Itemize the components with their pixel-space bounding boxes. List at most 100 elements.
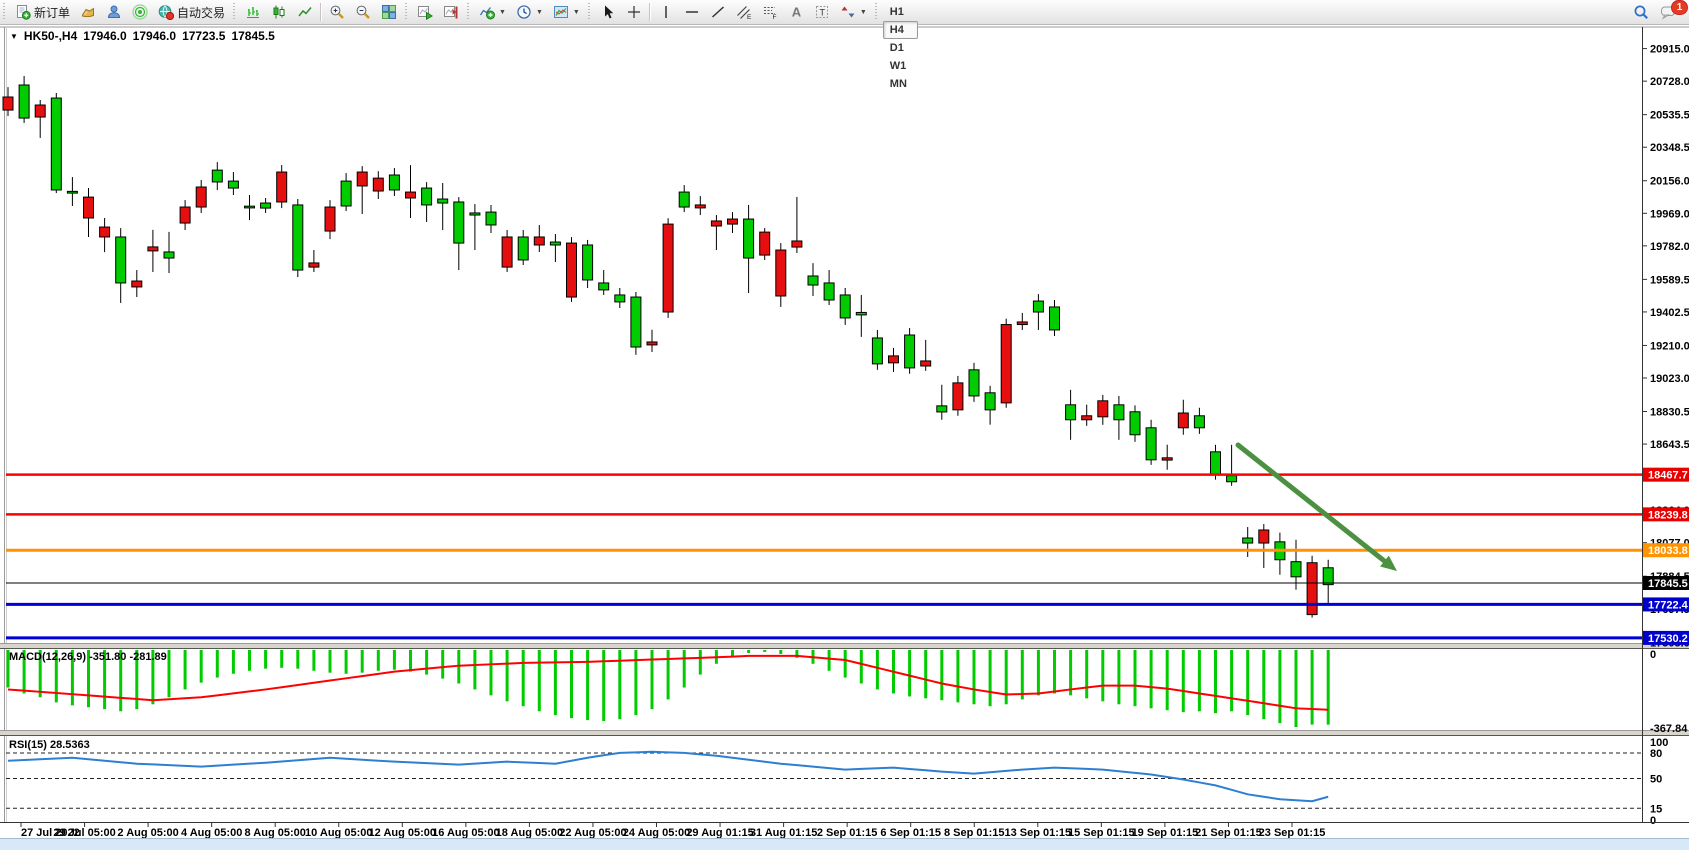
candle: [454, 202, 464, 243]
svg-text:T: T: [819, 8, 825, 18]
candles: [3, 76, 1333, 618]
candle: [357, 172, 367, 186]
toolbar-grip[interactable]: [404, 3, 409, 21]
price-tick: 19402.5: [1650, 307, 1689, 319]
candle: [1178, 413, 1188, 428]
candle: [212, 170, 222, 182]
candle: [550, 242, 560, 245]
zoom-in-button[interactable]: [325, 3, 349, 21]
candle: [325, 207, 335, 231]
auto-scroll-button[interactable]: [413, 3, 437, 21]
rsi-axis-80: 80: [1650, 748, 1662, 760]
price-tick: 20348.5: [1650, 142, 1689, 154]
auto-trading-icon: [158, 4, 174, 20]
arrows-button[interactable]: ▼: [836, 3, 871, 21]
candle: [776, 250, 786, 296]
timeframe-H1[interactable]: H1: [883, 3, 918, 21]
chart-shift-icon: [443, 4, 459, 20]
channel-button[interactable]: E: [732, 3, 756, 21]
candle: [422, 188, 432, 205]
indicators-button[interactable]: ▼: [475, 3, 510, 21]
price-tick: 19210.0: [1650, 340, 1689, 352]
time-axis[interactable]: 27 Jul 202229 Jul 05:002 Aug 05:004 Aug …: [21, 822, 1325, 839]
toolbar-grip[interactable]: [874, 3, 879, 21]
crosshair-button[interactable]: [622, 3, 646, 21]
timeframe-MN[interactable]: MN: [883, 75, 918, 93]
candle: [889, 356, 899, 363]
candle: [228, 181, 238, 188]
price-tick: 19969.0: [1650, 208, 1689, 220]
vertical-line-button[interactable]: [654, 3, 678, 21]
macd-pane[interactable]: [8, 650, 1328, 727]
timeframe-D1[interactable]: D1: [883, 39, 918, 57]
toolbar-grip[interactable]: [587, 3, 592, 21]
mt4-window: 新订单 自动交易: [0, 0, 1689, 850]
toolbar-grip[interactable]: [2, 3, 7, 21]
text-label-button[interactable]: T: [810, 3, 834, 21]
down-arrow-annotation[interactable]: [1238, 445, 1397, 571]
candle: [1307, 563, 1317, 615]
gold-button[interactable]: [76, 3, 100, 21]
candle: [905, 335, 915, 368]
candle: [872, 338, 882, 364]
trendline-button[interactable]: [706, 3, 730, 21]
timeframe-H4[interactable]: H4: [883, 21, 918, 39]
candle: [1162, 458, 1172, 460]
price-tick: 18643.5: [1650, 439, 1689, 451]
auto-trading-label: 自动交易: [177, 4, 225, 21]
candle: [373, 178, 383, 191]
horizontal-line-button[interactable]: [680, 3, 704, 21]
new-order-button[interactable]: 新订单: [11, 3, 74, 21]
candle: [985, 393, 995, 410]
price-tick: 19589.5: [1650, 274, 1689, 286]
timeframe-group: M1M5M15M30H1H4D1W1MN: [882, 0, 919, 93]
auto-trading-button[interactable]: 自动交易: [154, 3, 229, 21]
candlestick-chart-button[interactable]: [267, 3, 291, 21]
price-level-lines: [6, 475, 1642, 638]
chart-high: 17946.0: [133, 29, 176, 43]
candle: [245, 206, 255, 208]
price-tick: 20728.0: [1650, 76, 1689, 88]
price-axis[interactable]: 20915.020728.020535.520348.520156.019969…: [1642, 27, 1689, 827]
toolbar-grip[interactable]: [232, 3, 237, 21]
chart-shift-button[interactable]: [439, 3, 463, 21]
candle: [663, 224, 673, 312]
signal-button[interactable]: [128, 3, 152, 21]
client-button[interactable]: [102, 3, 126, 21]
rsi-value: 28.5363: [50, 739, 90, 751]
chart-canvas[interactable]: 20915.020728.020535.520348.520156.019969…: [0, 24, 1689, 850]
bar-chart-button[interactable]: [241, 3, 265, 21]
timeframe-W1[interactable]: W1: [883, 57, 918, 75]
candle: [969, 370, 979, 396]
indicators-icon: [479, 4, 495, 20]
toolbar: 新订单 自动交易: [0, 0, 1689, 25]
text-button[interactable]: A: [784, 3, 808, 21]
candle: [792, 241, 802, 247]
toolbar-grip[interactable]: [466, 3, 471, 21]
tile-windows-button[interactable]: [377, 3, 401, 21]
chevron-down-icon: ▼: [860, 9, 867, 16]
candle: [277, 172, 287, 202]
search-button[interactable]: [1629, 3, 1654, 21]
candle: [84, 197, 94, 218]
candle: [1114, 405, 1124, 420]
templates-button[interactable]: ▼: [549, 3, 584, 21]
chat-button[interactable]: 1: [1656, 3, 1682, 21]
line-chart-button[interactable]: [293, 3, 317, 21]
text-icon: A: [788, 4, 804, 20]
candle: [760, 232, 770, 255]
candle: [840, 295, 850, 318]
fibonacci-icon: F: [762, 4, 778, 20]
periods-button[interactable]: ▼: [512, 3, 547, 21]
bar-chart-icon: [245, 4, 261, 20]
candle: [631, 297, 641, 347]
chevron-down-icon[interactable]: ▼: [10, 32, 18, 41]
candle: [406, 192, 416, 198]
vertical-line-icon: [658, 4, 674, 20]
signal-icon: [132, 4, 148, 20]
zoom-out-button[interactable]: [351, 3, 375, 21]
rsi-pane[interactable]: [6, 752, 1642, 808]
cursor-button[interactable]: [596, 3, 620, 21]
fibonacci-button[interactable]: F: [758, 3, 782, 21]
svg-text:18467.7: 18467.7: [1648, 470, 1688, 482]
